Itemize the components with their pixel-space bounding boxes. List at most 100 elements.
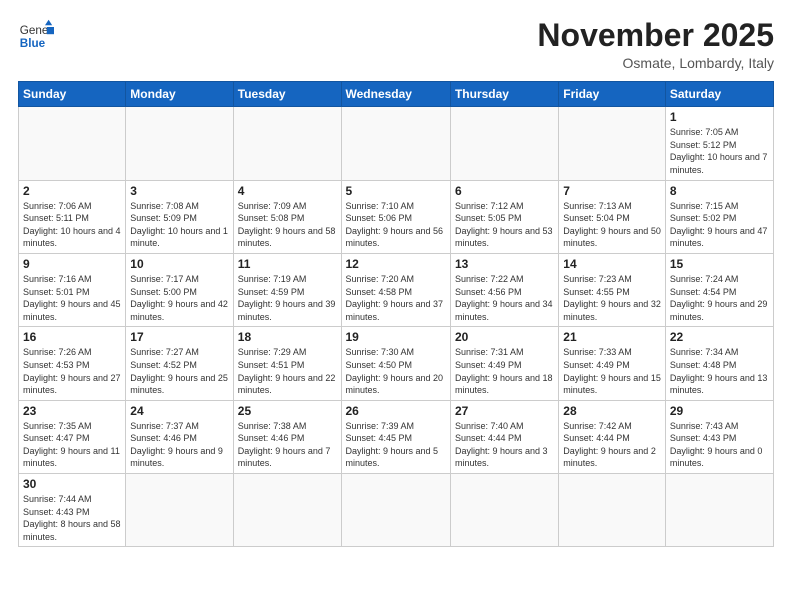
day-number: 10 xyxy=(130,257,228,271)
calendar-cell xyxy=(233,107,341,180)
calendar-cell xyxy=(126,107,233,180)
calendar-cell: 20 Sunrise: 7:31 AM Sunset: 4:49 PM Dayli… xyxy=(450,327,558,400)
day-number: 26 xyxy=(346,404,446,418)
day-number: 21 xyxy=(563,330,661,344)
calendar-cell: 4Sunrise: 7:09 AM Sunset: 5:08 PM Daylig… xyxy=(233,180,341,253)
day-info: Sunrise: 7:30 AM Sunset: 4:50 PM Dayligh… xyxy=(346,346,446,396)
day-number: 5 xyxy=(346,184,446,198)
calendar-cell: 6 Sunrise: 7:12 AM Sunset: 5:05 PM Daylig… xyxy=(450,180,558,253)
calendar-cell xyxy=(341,474,450,547)
day-number: 6 xyxy=(455,184,554,198)
day-number: 8 xyxy=(670,184,769,198)
day-number: 22 xyxy=(670,330,769,344)
calendar-week-row: 23Sunrise: 7:35 AM Sunset: 4:47 PM Dayli… xyxy=(19,400,774,473)
day-info: Sunrise: 7:16 AM Sunset: 5:01 PM Dayligh… xyxy=(23,273,121,323)
calendar-cell: 21 Sunrise: 7:33 AM Sunset: 4:49 PM Dayli… xyxy=(559,327,666,400)
day-info: Sunrise: 7:26 AM Sunset: 4:53 PM Dayligh… xyxy=(23,346,121,396)
header: General Blue November 2025 Osmate, Lomba… xyxy=(18,18,774,71)
day-info: Sunrise: 7:40 AM Sunset: 4:44 PM Dayligh… xyxy=(455,420,554,470)
calendar-week-row: 30Sunrise: 7:44 AM Sunset: 4:43 PM Dayli… xyxy=(19,474,774,547)
calendar-cell: 28Sunrise: 7:42 AM Sunset: 4:44 PM Dayli… xyxy=(559,400,666,473)
calendar-cell: 14Sunrise: 7:23 AM Sunset: 4:55 PM Dayli… xyxy=(559,253,666,326)
day-info: Sunrise: 7:31 AM Sunset: 4:49 PM Dayligh… xyxy=(455,346,554,396)
day-info: Sunrise: 7:15 AM Sunset: 5:02 PM Dayligh… xyxy=(670,200,769,250)
day-info: Sunrise: 7:09 AM Sunset: 5:08 PM Dayligh… xyxy=(238,200,337,250)
calendar-cell: 5 Sunrise: 7:10 AM Sunset: 5:06 PM Daylig… xyxy=(341,180,450,253)
title-block: November 2025 Osmate, Lombardy, Italy xyxy=(537,18,774,71)
calendar-cell: 8 Sunrise: 7:15 AM Sunset: 5:02 PM Daylig… xyxy=(665,180,773,253)
calendar-cell xyxy=(233,474,341,547)
calendar-cell xyxy=(450,474,558,547)
day-number: 2 xyxy=(23,184,121,198)
day-info: Sunrise: 7:39 AM Sunset: 4:45 PM Dayligh… xyxy=(346,420,446,470)
calendar-cell: 16 Sunrise: 7:26 AM Sunset: 4:53 PM Dayli… xyxy=(19,327,126,400)
weekday-header-tuesday: Tuesday xyxy=(233,82,341,107)
weekday-header-monday: Monday xyxy=(126,82,233,107)
calendar-cell xyxy=(450,107,558,180)
day-number: 20 xyxy=(455,330,554,344)
weekday-header-row: SundayMondayTuesdayWednesdayThursdayFrid… xyxy=(19,82,774,107)
calendar-cell: 18Sunrise: 7:29 AM Sunset: 4:51 PM Dayli… xyxy=(233,327,341,400)
calendar-cell: 29Sunrise: 7:43 AM Sunset: 4:43 PM Dayli… xyxy=(665,400,773,473)
day-number: 1 xyxy=(670,110,769,124)
day-info: Sunrise: 7:34 AM Sunset: 4:48 PM Dayligh… xyxy=(670,346,769,396)
weekday-header-friday: Friday xyxy=(559,82,666,107)
calendar-week-row: 1 Sunrise: 7:05 AM Sunset: 5:12 PM Daylig… xyxy=(19,107,774,180)
day-info: Sunrise: 7:33 AM Sunset: 4:49 PM Dayligh… xyxy=(563,346,661,396)
calendar-cell: 10 Sunrise: 7:17 AM Sunset: 5:00 PM Dayli… xyxy=(126,253,233,326)
calendar-cell: 7Sunrise: 7:13 AM Sunset: 5:04 PM Daylig… xyxy=(559,180,666,253)
calendar-cell: 30Sunrise: 7:44 AM Sunset: 4:43 PM Dayli… xyxy=(19,474,126,547)
calendar-table: SundayMondayTuesdayWednesdayThursdayFrid… xyxy=(18,81,774,547)
day-number: 16 xyxy=(23,330,121,344)
calendar-cell xyxy=(126,474,233,547)
day-info: Sunrise: 7:06 AM Sunset: 5:11 PM Dayligh… xyxy=(23,200,121,250)
calendar-cell xyxy=(559,107,666,180)
day-number: 18 xyxy=(238,330,337,344)
day-info: Sunrise: 7:43 AM Sunset: 4:43 PM Dayligh… xyxy=(670,420,769,470)
day-info: Sunrise: 7:19 AM Sunset: 4:59 PM Dayligh… xyxy=(238,273,337,323)
calendar-cell: 1 Sunrise: 7:05 AM Sunset: 5:12 PM Daylig… xyxy=(665,107,773,180)
weekday-header-wednesday: Wednesday xyxy=(341,82,450,107)
day-info: Sunrise: 7:08 AM Sunset: 5:09 PM Dayligh… xyxy=(130,200,228,250)
day-number: 19 xyxy=(346,330,446,344)
calendar-cell: 17 Sunrise: 7:27 AM Sunset: 4:52 PM Dayli… xyxy=(126,327,233,400)
weekday-header-saturday: Saturday xyxy=(665,82,773,107)
day-info: Sunrise: 7:24 AM Sunset: 4:54 PM Dayligh… xyxy=(670,273,769,323)
day-number: 17 xyxy=(130,330,228,344)
calendar-cell: 27Sunrise: 7:40 AM Sunset: 4:44 PM Dayli… xyxy=(450,400,558,473)
day-number: 15 xyxy=(670,257,769,271)
generalblue-logo-icon: General Blue xyxy=(18,18,54,54)
day-number: 12 xyxy=(346,257,446,271)
day-info: Sunrise: 7:23 AM Sunset: 4:55 PM Dayligh… xyxy=(563,273,661,323)
day-info: Sunrise: 7:17 AM Sunset: 5:00 PM Dayligh… xyxy=(130,273,228,323)
day-number: 3 xyxy=(130,184,228,198)
logo: General Blue xyxy=(18,18,54,54)
day-info: Sunrise: 7:20 AM Sunset: 4:58 PM Dayligh… xyxy=(346,273,446,323)
day-number: 25 xyxy=(238,404,337,418)
calendar-cell: 15 Sunrise: 7:24 AM Sunset: 4:54 PM Dayli… xyxy=(665,253,773,326)
calendar-cell: 12 Sunrise: 7:20 AM Sunset: 4:58 PM Dayli… xyxy=(341,253,450,326)
day-info: Sunrise: 7:44 AM Sunset: 4:43 PM Dayligh… xyxy=(23,493,121,543)
day-info: Sunrise: 7:27 AM Sunset: 4:52 PM Dayligh… xyxy=(130,346,228,396)
day-number: 9 xyxy=(23,257,121,271)
calendar-cell: 19 Sunrise: 7:30 AM Sunset: 4:50 PM Dayli… xyxy=(341,327,450,400)
day-info: Sunrise: 7:38 AM Sunset: 4:46 PM Dayligh… xyxy=(238,420,337,470)
calendar-cell: 25 Sunrise: 7:38 AM Sunset: 4:46 PM Dayli… xyxy=(233,400,341,473)
page: General Blue November 2025 Osmate, Lomba… xyxy=(0,0,792,612)
calendar-cell xyxy=(19,107,126,180)
calendar-cell xyxy=(341,107,450,180)
month-title: November 2025 xyxy=(537,18,774,53)
day-info: Sunrise: 7:10 AM Sunset: 5:06 PM Dayligh… xyxy=(346,200,446,250)
calendar-cell: 22 Sunrise: 7:34 AM Sunset: 4:48 PM Dayli… xyxy=(665,327,773,400)
day-number: 11 xyxy=(238,257,337,271)
calendar-week-row: 9 Sunrise: 7:16 AM Sunset: 5:01 PM Daylig… xyxy=(19,253,774,326)
location: Osmate, Lombardy, Italy xyxy=(537,55,774,71)
day-info: Sunrise: 7:05 AM Sunset: 5:12 PM Dayligh… xyxy=(670,126,769,176)
weekday-header-thursday: Thursday xyxy=(450,82,558,107)
day-info: Sunrise: 7:12 AM Sunset: 5:05 PM Dayligh… xyxy=(455,200,554,250)
calendar-cell: 24Sunrise: 7:37 AM Sunset: 4:46 PM Dayli… xyxy=(126,400,233,473)
day-number: 7 xyxy=(563,184,661,198)
calendar-week-row: 16 Sunrise: 7:26 AM Sunset: 4:53 PM Dayli… xyxy=(19,327,774,400)
calendar-cell: 11 Sunrise: 7:19 AM Sunset: 4:59 PM Dayli… xyxy=(233,253,341,326)
day-info: Sunrise: 7:37 AM Sunset: 4:46 PM Dayligh… xyxy=(130,420,228,470)
